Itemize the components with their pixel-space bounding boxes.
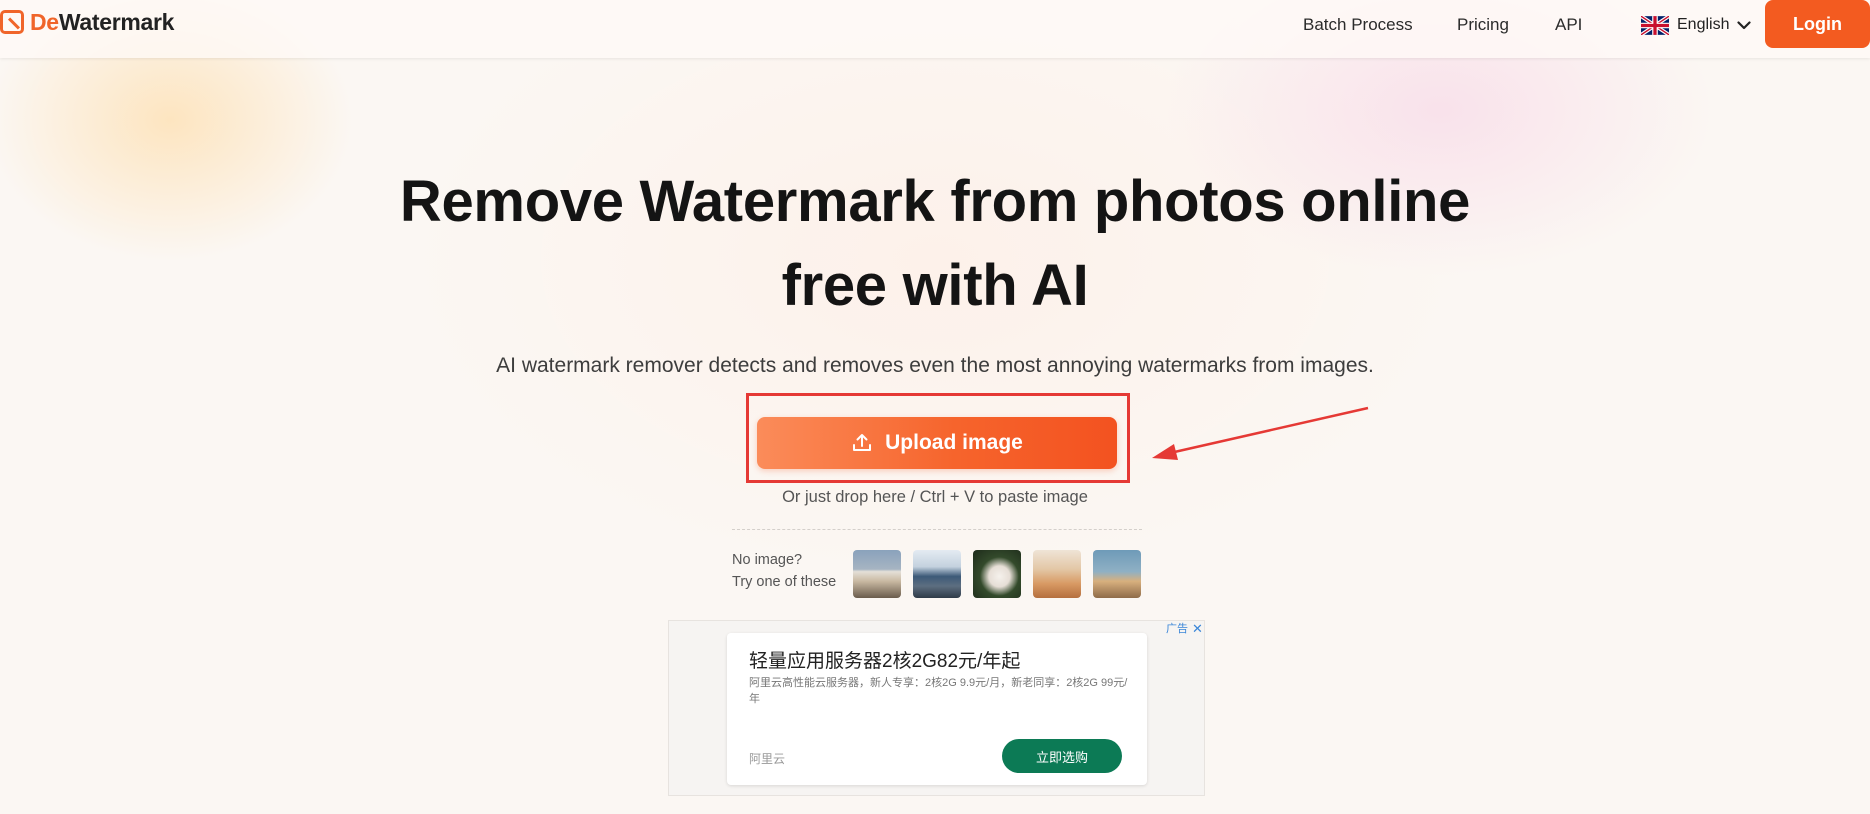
- sample-thumbnail-house[interactable]: [853, 550, 901, 598]
- page-title-line-2: free with AI: [781, 253, 1089, 318]
- page-title-line-1: Remove Watermark from photos online: [399, 169, 1471, 234]
- ad-title: 轻量应用服务器2核2G82元/年起: [749, 651, 1021, 672]
- language-selector[interactable]: English: [1641, 14, 1752, 36]
- page-subtitle: AI watermark remover detects and removes…: [496, 354, 1374, 377]
- logo-prefix: De: [30, 8, 59, 35]
- top-navbar: DeWatermark Batch Process Pricing API En…: [0, 0, 1870, 58]
- sample-thumbnail-lake[interactable]: [913, 550, 961, 598]
- page-title: Remove Watermark from photos online free…: [0, 160, 1870, 328]
- login-button[interactable]: Login: [1765, 0, 1870, 48]
- upload-button-label: Upload image: [885, 431, 1023, 454]
- sample-images-label: No image? Try one of these: [732, 549, 836, 593]
- chevron-down-icon: [1737, 20, 1752, 29]
- ad-badge: 广告 ✕: [1166, 622, 1203, 636]
- upload-image-button[interactable]: Upload image: [757, 417, 1117, 469]
- logo-text: DeWatermark: [30, 9, 174, 36]
- ad-close-icon[interactable]: ✕: [1192, 622, 1203, 636]
- nav-pricing[interactable]: Pricing: [1457, 14, 1509, 36]
- upload-icon: [853, 434, 872, 451]
- ad-description: 阿里云高性能云服务器，新人专享：2核2G 9.9元/月，新老同享：2核2G 99…: [749, 677, 1128, 705]
- sample-thumbnail-portrait[interactable]: [973, 550, 1021, 598]
- logo-mark-icon: [0, 10, 24, 34]
- annotation-arrow-icon: [1152, 406, 1369, 460]
- sample-thumbnail-desert[interactable]: [1033, 550, 1081, 598]
- dashed-divider: [732, 529, 1142, 530]
- language-label: English: [1677, 16, 1730, 33]
- nav-api[interactable]: API: [1555, 14, 1582, 36]
- uk-flag-icon: [1641, 15, 1669, 35]
- logo-suffix: Watermark: [58, 8, 175, 35]
- sample-thumbnail-landscape[interactable]: [1093, 550, 1141, 598]
- sample-label-line-1: No image?: [732, 552, 803, 568]
- site-logo[interactable]: DeWatermark: [0, 9, 174, 35]
- drop-hint: Or just drop here / Ctrl + V to paste im…: [782, 488, 1088, 506]
- ad-cta-button[interactable]: 立即选购: [1002, 739, 1122, 773]
- sample-label-line-2: Try one of these: [732, 574, 837, 590]
- nav-batch-process[interactable]: Batch Process: [1303, 14, 1413, 36]
- ad-card[interactable]: 轻量应用服务器2核2G82元/年起 阿里云高性能云服务器，新人专享：2核2G 9…: [727, 633, 1147, 785]
- ad-brand: 阿里云: [749, 752, 786, 766]
- ad-tag-label: 广告: [1166, 623, 1188, 635]
